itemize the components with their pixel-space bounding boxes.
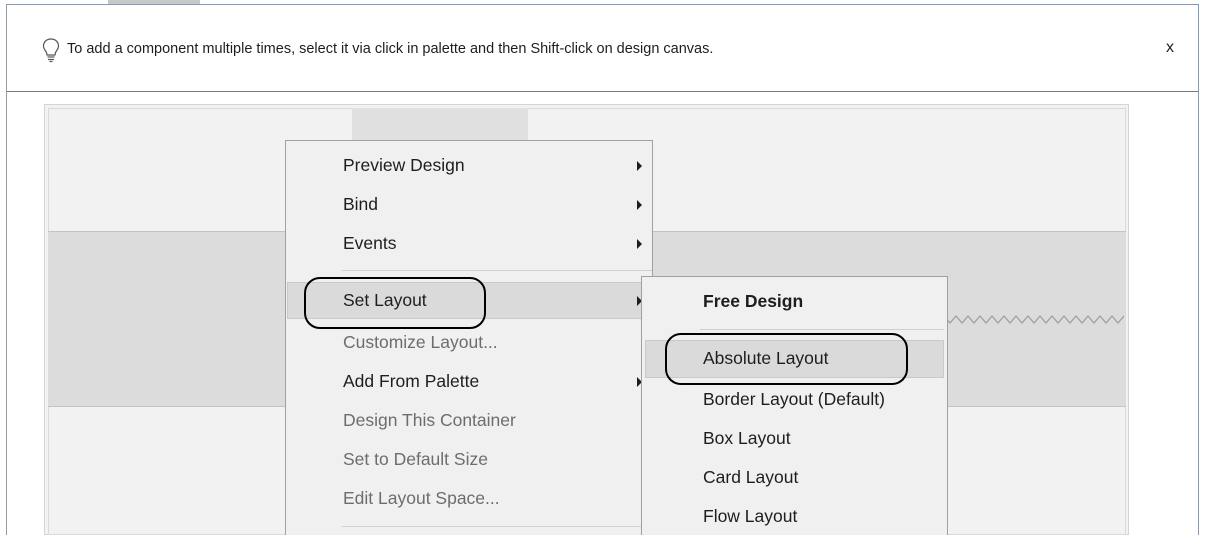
submenu-item-label: Flow Layout [703,506,798,526]
hint-close-button[interactable]: x [1166,39,1174,57]
submenu-arrow-icon [637,161,642,171]
menu-item-add-from-palette[interactable]: Add From Palette [287,363,651,400]
menu-item-preview-design[interactable]: Preview Design [287,147,651,184]
menu-separator [342,270,652,271]
menu-item-label: Bind [343,194,379,214]
context-menu: Preview Design Bind Events Set Layout Cu… [285,140,653,535]
submenu-item-label: Border Layout (Default) [703,389,885,409]
submenu-item-flow-layout[interactable]: Flow Layout [645,498,944,536]
hint-text: To add a component multiple times, selec… [67,41,714,57]
submenu-item-label: Absolute Layout [703,348,829,368]
menu-item-label: Add From Palette [343,371,480,391]
menu-item-set-layout[interactable]: Set Layout [287,282,651,319]
submenu-item-border-layout[interactable]: Border Layout (Default) [645,381,944,419]
submenu-item-label: Free Design [703,291,804,311]
submenu-item-label: Card Layout [703,467,799,487]
layout-submenu: Free Design Absolute Layout Border Layou… [641,276,948,535]
menu-item-label: Set to Default Size [343,449,488,469]
menu-item-edit-layout-space: Edit Layout Space... [287,480,651,517]
submenu-separator [700,329,944,330]
menu-item-events[interactable]: Events [287,225,651,262]
submenu-item-label: Box Layout [703,428,791,448]
lightbulb-icon [41,37,61,63]
menu-item-label: Events [343,233,397,253]
hint-bar: To add a component multiple times, selec… [7,5,1198,92]
resize-zigzag [944,315,1124,324]
menu-item-design-this-container: Design This Container [287,402,651,439]
submenu-item-absolute-layout[interactable]: Absolute Layout [645,340,944,378]
menu-item-label: Design This Container [343,410,516,430]
menu-item-label: Customize Layout... [343,332,498,352]
submenu-item-box-layout[interactable]: Box Layout [645,420,944,458]
submenu-arrow-icon [637,200,642,210]
submenu-item-free-design[interactable]: Free Design [645,283,944,321]
submenu-arrow-icon [637,239,642,249]
canvas-component[interactable] [352,108,528,140]
menu-separator [342,526,652,527]
menu-item-bind[interactable]: Bind [287,186,651,223]
menu-item-label: Edit Layout Space... [343,488,500,508]
menu-item-label: Preview Design [343,155,465,175]
submenu-item-card-layout[interactable]: Card Layout [645,459,944,497]
menu-item-label: Set Layout [343,290,427,310]
menu-item-customize-layout: Customize Layout... [287,324,651,361]
menu-item-set-default-size: Set to Default Size [287,441,651,478]
